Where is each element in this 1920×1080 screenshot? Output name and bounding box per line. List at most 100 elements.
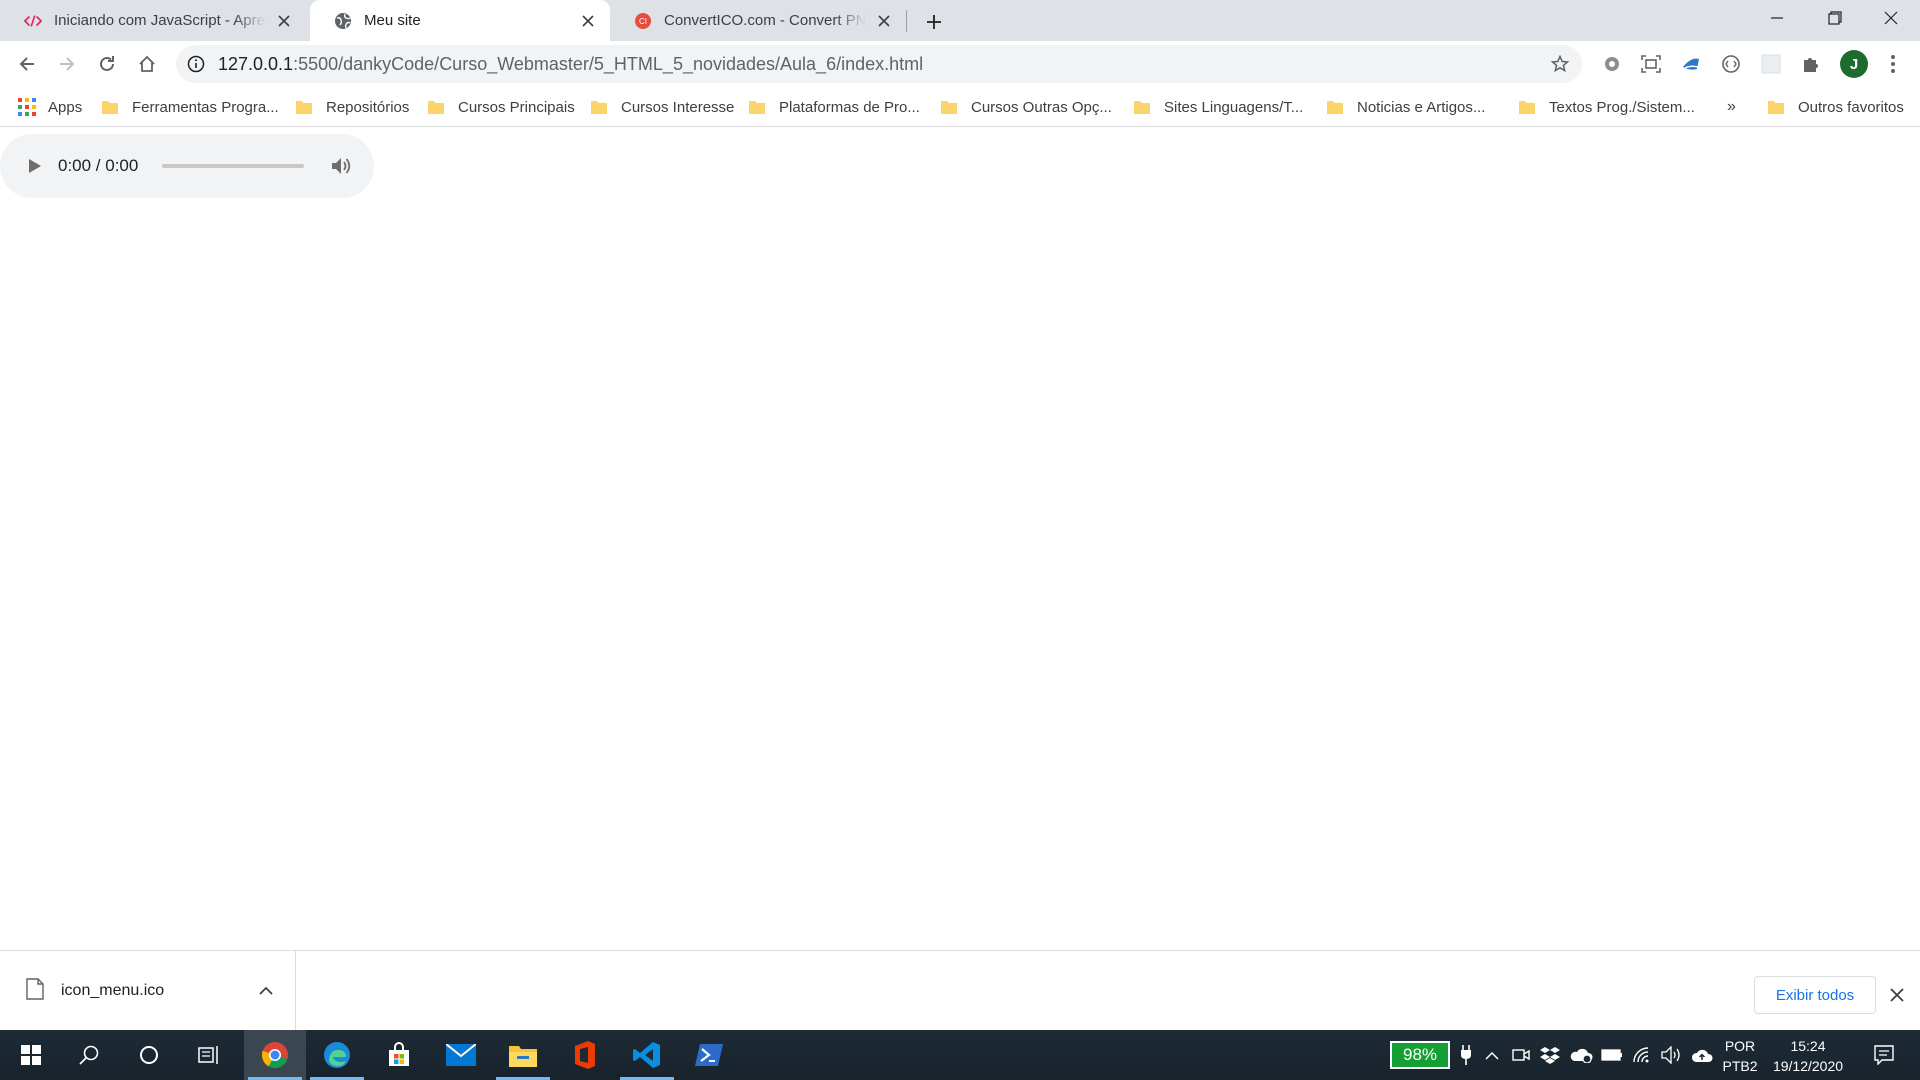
bookmark-folder-textos[interactable]: Textos Prog./Sistem... — [1519, 95, 1695, 119]
extension-circle-icon[interactable] — [1718, 51, 1744, 77]
bookmarks-bar: Apps Ferramentas Progra... Repositórios … — [0, 87, 1920, 127]
vscode-taskbar-icon[interactable] — [616, 1030, 678, 1080]
svg-text:CI: CI — [639, 17, 647, 26]
folder-icon — [749, 101, 765, 114]
powershell-taskbar-icon[interactable] — [678, 1030, 740, 1080]
url-path: :5500/dankyCode/Curso_Webmaster/5_HTML_5… — [293, 54, 924, 74]
folder-icon — [591, 101, 607, 114]
bookmark-folder-repositorios[interactable]: Repositórios — [296, 95, 409, 119]
folder-icon — [102, 101, 118, 114]
windows-taskbar: 98% POR PTB2 15:24 19/12/2020 — [0, 1030, 1920, 1080]
system-clock[interactable]: 15:24 19/12/2020 — [1766, 1036, 1850, 1076]
globe-icon — [334, 12, 352, 30]
bookmark-apps[interactable]: Apps — [18, 95, 82, 119]
bookmark-folder-noticias[interactable]: Noticias e Artigos... — [1327, 95, 1485, 119]
converticon-icon: CI — [634, 12, 652, 30]
volume-icon[interactable] — [330, 155, 354, 177]
file-explorer-taskbar-icon[interactable] — [492, 1030, 554, 1080]
file-icon — [26, 978, 44, 1000]
bookmark-folder-sites-linguagens[interactable]: Sites Linguagens/T... — [1134, 95, 1303, 119]
close-window-button[interactable] — [1862, 0, 1920, 36]
bookmark-folder-cursos-interesse[interactable]: Cursos Interesse — [591, 95, 734, 119]
chevron-up-icon[interactable] — [256, 980, 276, 1000]
back-button[interactable] — [11, 48, 43, 80]
bookmark-folder-ferramentas[interactable]: Ferramentas Progra... — [102, 95, 279, 119]
notification-center-icon[interactable] — [1864, 1030, 1904, 1080]
battery-icon[interactable] — [1599, 1030, 1625, 1080]
tab-meu-site[interactable]: Meu site — [310, 0, 610, 41]
bookmark-folder-plataformas[interactable]: Plataformas de Pro... — [749, 95, 920, 119]
tab-iniciando-javascript[interactable]: Iniciando com JavaScript - Apresentação — [0, 0, 306, 41]
bookmark-label: Cursos Outras Opç... — [971, 98, 1112, 116]
office-taskbar-icon[interactable] — [554, 1030, 616, 1080]
onedrive-sync-icon[interactable] — [1567, 1030, 1595, 1080]
download-shelf: icon_menu.ico Exibir todos — [0, 950, 1920, 1030]
cloud-upload-icon[interactable] — [1689, 1030, 1715, 1080]
menu-kebab-icon[interactable] — [1880, 51, 1906, 77]
restore-button[interactable] — [1806, 0, 1864, 36]
edge-taskbar-icon[interactable] — [306, 1030, 368, 1080]
search-icon[interactable] — [58, 1030, 120, 1080]
new-tab-button[interactable] — [920, 8, 948, 36]
bookmark-folder-cursos-principais[interactable]: Cursos Principais — [428, 95, 575, 119]
close-icon[interactable] — [1886, 984, 1908, 1006]
address-bar[interactable]: 127.0.0.1:5500/dankyCode/Curso_Webmaster… — [176, 45, 1582, 83]
close-icon[interactable] — [578, 11, 598, 31]
bookmark-folder-outros-favoritos[interactable]: Outros favoritos — [1768, 95, 1904, 119]
bookmark-label: Apps — [48, 98, 83, 116]
show-all-downloads-button[interactable]: Exibir todos — [1754, 976, 1876, 1014]
bookmark-label: Sites Linguagens/T... — [1164, 98, 1304, 116]
windows-start-icon[interactable] — [0, 1030, 62, 1080]
extension-screenshot-icon[interactable] — [1638, 51, 1664, 77]
bookmark-label: Repositórios — [326, 98, 410, 116]
speaker-icon[interactable] — [1659, 1030, 1685, 1080]
folder-icon — [296, 101, 312, 114]
bookmark-label: Cursos Principais — [458, 98, 575, 116]
forward-button[interactable] — [51, 48, 83, 80]
folder-icon — [1768, 101, 1784, 114]
tab-title: Iniciando com JavaScript - Apresentação — [54, 12, 266, 29]
info-icon[interactable] — [186, 54, 206, 74]
folder-icon — [1134, 101, 1150, 114]
play-icon[interactable] — [24, 155, 46, 177]
puzzle-icon[interactable] — [1798, 51, 1824, 77]
chrome-taskbar-icon[interactable] — [244, 1030, 306, 1080]
reload-button[interactable] — [91, 48, 123, 80]
tab-title: Meu site — [364, 12, 421, 29]
folder-icon — [1327, 101, 1343, 114]
tab-converticon[interactable]: CI ConvertICO.com - Convert PNG to ICO — [610, 0, 906, 41]
audio-seek-slider[interactable] — [162, 164, 304, 168]
extension-blank-icon[interactable] — [1758, 51, 1784, 77]
store-taskbar-icon[interactable] — [368, 1030, 430, 1080]
folder-icon — [428, 101, 444, 114]
bookmark-folder-cursos-outras[interactable]: Cursos Outras Opç... — [941, 95, 1112, 119]
meet-now-icon[interactable] — [1509, 1030, 1533, 1080]
folder-icon — [1519, 101, 1535, 114]
extension-blue-icon[interactable] — [1678, 51, 1704, 77]
minimize-button[interactable] — [1748, 0, 1806, 36]
input-language-indicator[interactable]: POR PTB2 — [1718, 1036, 1762, 1076]
clock-date: 19/12/2020 — [1772, 1058, 1844, 1074]
url-text[interactable]: 127.0.0.1:5500/dankyCode/Curso_Webmaster… — [218, 45, 923, 83]
tab-separator — [906, 10, 907, 32]
close-icon[interactable] — [274, 11, 294, 31]
tab-title: ConvertICO.com - Convert PNG to ICO — [664, 12, 866, 29]
bookmarks-overflow-button[interactable]: » — [1727, 95, 1736, 119]
home-button[interactable] — [131, 48, 163, 80]
close-icon[interactable] — [874, 11, 894, 31]
keyboard-layout: PTB2 — [1722, 1058, 1758, 1074]
avatar[interactable]: J — [1840, 50, 1868, 78]
power-plug-icon[interactable] — [1455, 1030, 1477, 1080]
dropbox-icon[interactable] — [1537, 1030, 1563, 1080]
download-item[interactable]: icon_menu.ico — [0, 951, 296, 1030]
tab-strip: Iniciando com JavaScript - Apresentação … — [0, 0, 1920, 41]
cortana-icon[interactable] — [118, 1030, 180, 1080]
browser-toolbar: 127.0.0.1:5500/dankyCode/Curso_Webmaster… — [0, 41, 1920, 87]
mail-taskbar-icon[interactable] — [430, 1030, 492, 1080]
wifi-icon[interactable] — [1629, 1030, 1655, 1080]
bookmark-star-icon[interactable] — [1550, 54, 1570, 74]
extension-gear-icon[interactable] — [1599, 51, 1625, 77]
battery-percentage-badge[interactable]: 98% — [1390, 1041, 1450, 1069]
task-view-icon[interactable] — [178, 1030, 240, 1080]
chevron-up-icon[interactable] — [1481, 1030, 1503, 1080]
